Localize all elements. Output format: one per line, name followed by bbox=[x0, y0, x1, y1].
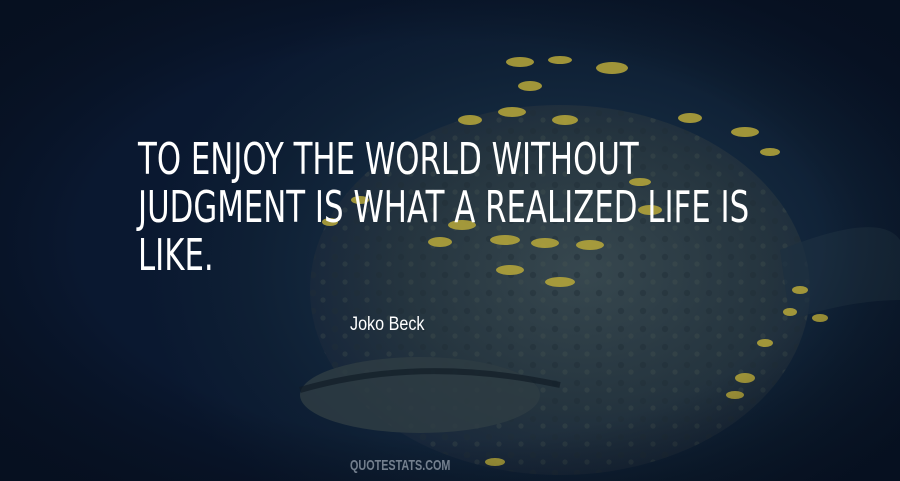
quote-card: TO ENJOY THE WORLD WITHOUT JUDGMENT IS W… bbox=[0, 0, 900, 481]
quote-line-2: JUDGMENT IS WHAT A REALIZED LIFE IS bbox=[138, 182, 750, 233]
quote-text: TO ENJOY THE WORLD WITHOUT JUDGMENT IS W… bbox=[138, 136, 768, 280]
quote-line-3: LIKE. bbox=[138, 230, 214, 281]
quote-line-1: TO ENJOY THE WORLD WITHOUT bbox=[138, 134, 639, 185]
site-watermark: QUOTESTATS.COM bbox=[350, 457, 451, 474]
quote-author: Joko Beck bbox=[350, 314, 425, 335]
